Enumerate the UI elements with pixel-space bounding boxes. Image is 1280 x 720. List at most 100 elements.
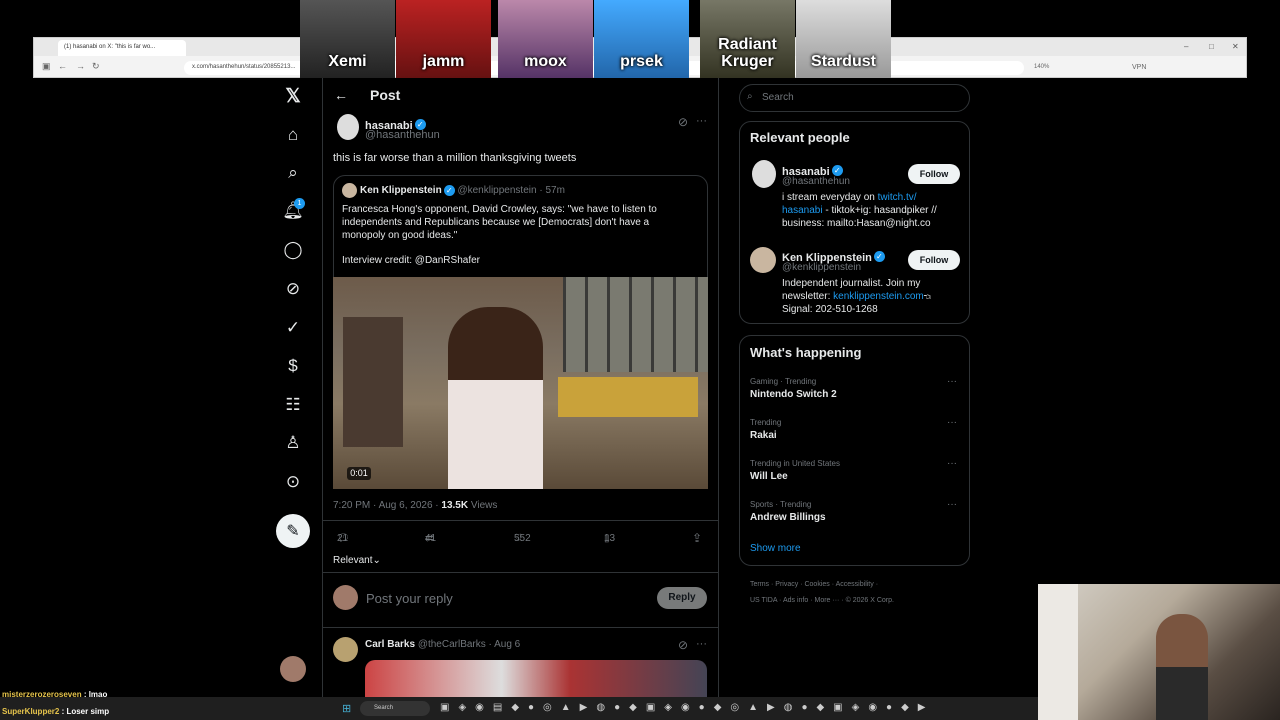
reply-author-name: Carl Barks	[365, 639, 416, 650]
zoom-level[interactable]: 140%	[1034, 64, 1049, 70]
sort-label: Relevant	[333, 555, 373, 566]
share-icon[interactable]: ⇪	[692, 531, 702, 545]
repost-count: 41	[425, 533, 437, 544]
reply-input[interactable]: Post your reply	[366, 591, 453, 606]
more-options-icon[interactable]: ···	[696, 638, 707, 650]
post-timestamp: 7:20 PM · Aug 6, 2026 ·	[333, 500, 439, 511]
emote-stardust: Stardust	[796, 0, 891, 78]
footer-terms-link[interactable]: Terms	[750, 581, 769, 588]
vpn-button[interactable]: VPN	[1132, 64, 1146, 71]
grok-icon[interactable]: ⊘	[678, 638, 688, 652]
messages-icon[interactable]: ◯	[280, 237, 306, 263]
bio-text: - tiktok+ig: hasandpiker //	[822, 205, 937, 216]
follow-button[interactable]: Follow	[908, 164, 960, 184]
back-arrow-icon[interactable]: ←	[58, 61, 67, 71]
feather-icon: ✎	[286, 523, 300, 540]
emote-jamm: jamm	[396, 0, 491, 78]
trend-name: Andrew Billings	[750, 512, 826, 523]
taskbar-search-label: Search	[374, 705, 394, 711]
x-logo-icon[interactable]: 𝕏	[280, 83, 306, 109]
footer-cookies-link[interactable]: Cookies	[804, 581, 829, 588]
footer-copyright: © 2026 X Corp.	[845, 597, 894, 604]
chat-username: SuperKlupper2	[2, 707, 60, 716]
verified-badge-icon: ✓	[443, 185, 455, 196]
reply-author-avatar[interactable]	[333, 637, 358, 662]
video-player[interactable]: 0:01	[333, 277, 708, 489]
bookmark-count: 13	[604, 533, 616, 544]
sort-dropdown[interactable]: Relevant⌄	[333, 555, 381, 566]
search-input[interactable]: Search	[739, 84, 970, 112]
verified-icon[interactable]: ✓	[280, 315, 306, 341]
emote-radiant-kruger: Radiant Kruger	[700, 0, 795, 78]
taskbar-app-icons[interactable]: ▣◈◉▤◆●◎▲▶◍●◆▣◈◉●◆◎▲▶◍●◆▣◈◉●◆▶	[440, 702, 934, 713]
chevron-down-icon: ⌄	[372, 555, 381, 566]
person-bio-line: Independent journalist. Join my	[782, 278, 921, 289]
home-icon[interactable]: ⌂	[280, 122, 306, 148]
back-arrow-icon[interactable]: ←	[334, 87, 348, 103]
browser-tab[interactable]: (1) hasanabi on X: "this is far wo...	[58, 40, 186, 56]
footer-accessibility-link[interactable]: Accessibility	[836, 581, 874, 588]
bio-link[interactable]: kenklippenstein.com	[833, 291, 924, 302]
post-meta: 7:20 PM · Aug 6, 2026 · 13.5K Views	[333, 500, 497, 511]
follow-button[interactable]: Follow	[908, 250, 960, 270]
reply-media[interactable]	[365, 660, 707, 700]
person-avatar[interactable]	[750, 247, 776, 273]
streamer-figure	[1156, 614, 1208, 720]
bio-link[interactable]: hasanabi	[782, 205, 823, 216]
compose-post-button[interactable]: ✎	[276, 514, 310, 548]
profile-icon[interactable]: ♙	[280, 430, 306, 456]
grok-icon[interactable]: ⊘	[678, 115, 688, 129]
notifications-icon[interactable]: 🔔︎ 1	[280, 198, 306, 224]
bio-text: newsletter:	[782, 291, 834, 302]
trend-meta: Sports · Trending	[750, 500, 812, 509]
emote-label: Stardust	[811, 53, 876, 70]
emote-label: jamm	[422, 53, 465, 70]
quote-author-row: Ken Klippenstein ✓ @kenklippenstein · 57m	[360, 185, 565, 196]
forward-arrow-icon[interactable]: →	[76, 61, 85, 71]
monetization-icon[interactable]: $	[280, 353, 306, 379]
tab-title: (1) hasanabi on X: "this is far wo...	[64, 44, 156, 50]
trend-name: Will Lee	[750, 471, 788, 482]
footer-ustida-link[interactable]: US TIDA	[750, 597, 777, 604]
url-text: x.com/hasanthehun/status/20855213...	[192, 64, 296, 70]
taskbar-search[interactable]: Search	[360, 701, 430, 716]
emote-label: Radiant Kruger	[718, 36, 777, 70]
speaker-figure	[448, 307, 543, 489]
grok-icon[interactable]: ⊘	[280, 276, 306, 302]
more-options-icon[interactable]: ···	[947, 376, 957, 387]
footer-more-link[interactable]: More ···	[814, 597, 839, 604]
author-handle[interactable]: @hasanthehun	[365, 129, 440, 141]
more-options-icon[interactable]: ···	[947, 499, 957, 510]
show-more-link[interactable]: Show more	[750, 543, 801, 554]
more-options-icon[interactable]: ···	[947, 417, 957, 428]
reply-button[interactable]: Reply	[657, 587, 707, 609]
emote-label: prsek	[620, 53, 663, 70]
search-icon: ⌕	[747, 91, 753, 102]
search-icon[interactable]: ⌕	[280, 160, 306, 186]
chat-username: misterzerozeroseven	[2, 690, 82, 699]
lists-icon[interactable]: ☷	[280, 392, 306, 418]
footer-privacy-link[interactable]: Privacy	[775, 581, 798, 588]
sidebar-toggle-icon[interactable]: ▣	[42, 61, 51, 72]
reload-icon[interactable]: ↻	[92, 61, 100, 72]
person-handle: @hasanthehun	[782, 176, 850, 187]
windows-start-icon[interactable]: ⊞	[342, 702, 351, 715]
footer-ads-link[interactable]: Ads info	[783, 597, 808, 604]
relevant-people-title: Relevant people	[750, 130, 850, 145]
post-text: this is far worse than a million thanksg…	[333, 152, 577, 164]
person-bio-line: i stream everyday on twitch.tv/	[782, 192, 917, 203]
more-options-icon[interactable]: ···	[947, 458, 957, 469]
maximize-icon[interactable]: □	[1209, 42, 1214, 51]
more-icon[interactable]: ⊙	[280, 469, 306, 495]
account-avatar[interactable]	[280, 656, 306, 682]
person-avatar[interactable]	[752, 160, 776, 188]
more-options-icon[interactable]: ···	[696, 115, 707, 127]
minimize-icon[interactable]: –	[1184, 42, 1188, 51]
close-icon[interactable]: ✕	[1232, 42, 1239, 51]
chat-message: misterzerozeroseven : lmao	[2, 690, 108, 699]
author-avatar[interactable]	[337, 114, 359, 140]
bio-link[interactable]: twitch.tv/	[878, 192, 917, 203]
reply-author-row[interactable]: Carl Barks @theCarlBarks · Aug 6	[365, 639, 520, 650]
reply-date: · Aug 6	[488, 639, 521, 650]
person-bio-line: business: mailto:Hasan@night.co	[782, 218, 931, 229]
